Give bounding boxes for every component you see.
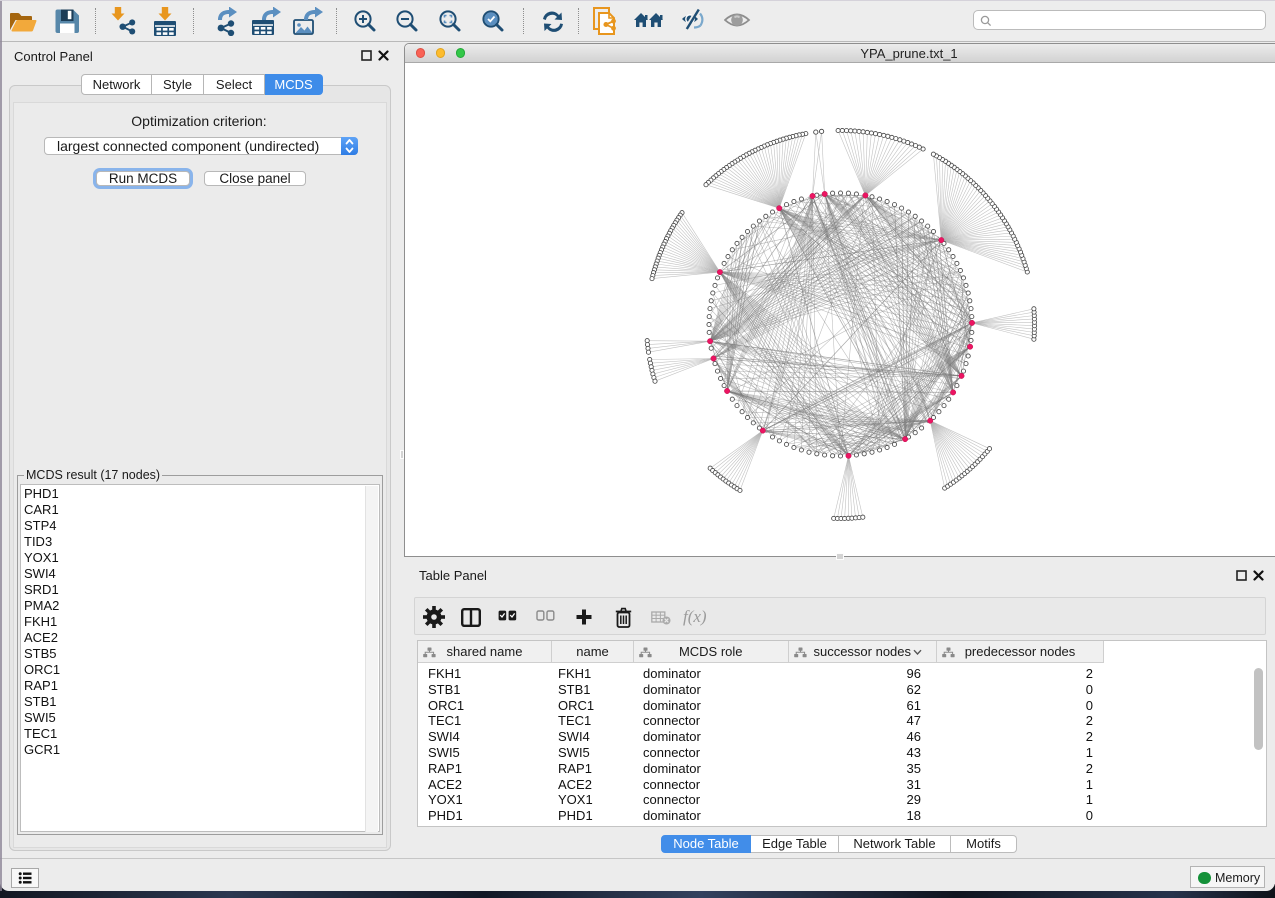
svg-text:f(x): f(x) (683, 607, 707, 626)
